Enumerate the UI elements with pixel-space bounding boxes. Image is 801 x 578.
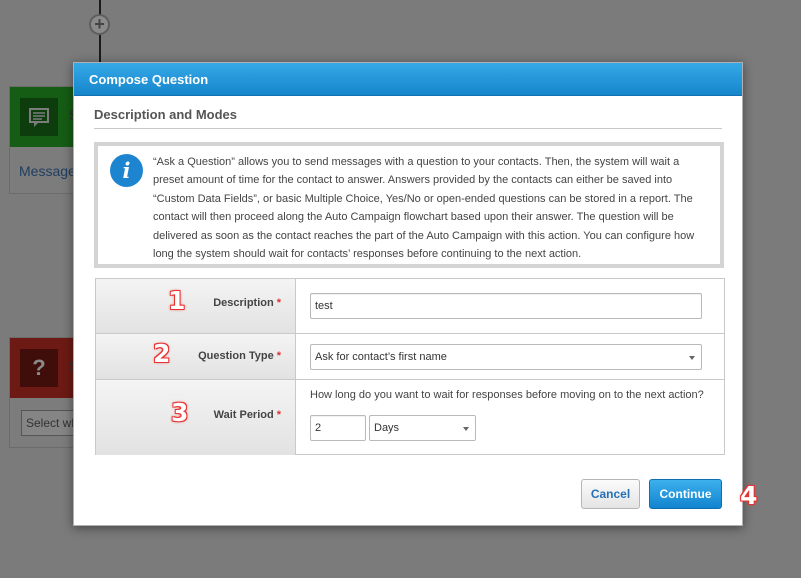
message-icon [20,98,58,136]
section-divider [94,128,722,129]
wait-unit-select[interactable]: Days [369,415,476,441]
step-number-2: 2 [153,339,171,368]
info-icon: i [110,154,143,187]
description-label: Description * [213,297,281,309]
info-panel: i “Ask a Question” allows you to send me… [94,142,724,268]
question-type-select[interactable]: Ask for contact’s first name [310,344,702,370]
question-type-label: Question Type * [198,350,281,362]
wait-period-label: Wait Period * [213,409,281,421]
info-text: “Ask a Question” allows you to send mess… [153,156,695,261]
required-asterisk: * [276,350,281,362]
compose-question-modal: Compose Question Description and Modes i… [73,62,743,526]
required-asterisk: * [276,297,281,309]
wait-period-prompt: How long do you want to wait for respons… [310,389,704,401]
wait-unit-selected: Days [374,422,400,434]
cancel-button[interactable]: Cancel [581,479,640,509]
question-mark-icon: ? [20,349,58,387]
description-input[interactable]: test [310,293,702,319]
wait-period-row: 3 Wait Period * How long do you want to w… [96,380,724,455]
question-type-label-cell: 2 Question Type * [96,334,296,379]
action-select[interactable]: Select wha [21,410,78,436]
wait-amount-input[interactable]: 2 [310,415,366,441]
section-title: Description and Modes [94,107,238,122]
chevron-down-icon [463,427,469,431]
ask-question-card-header: ? S [10,338,78,398]
question-form: 1 Description * test 2 Question Type * Ask… [95,278,725,455]
description-label-cell: 1 Description * [96,279,296,333]
wait-period-label-cell: 3 Wait Period * [96,380,296,455]
message-link[interactable]: Message [10,147,78,179]
step-number-4: 4 [740,481,758,510]
ask-question-card: ? S Select wha [9,337,79,448]
question-type-selected: Ask for contact’s first name [315,351,447,363]
step-number-1: 1 [168,286,186,315]
add-step-plus-icon[interactable]: + [89,14,110,35]
question-type-row: 2 Question Type * Ask for contact’s first… [96,334,724,380]
description-row: 1 Description * test [96,279,724,334]
send-message-card-header: S [10,87,78,147]
step-number-3: 3 [171,398,189,427]
chevron-down-icon [689,356,695,360]
modal-title: Compose Question [74,63,742,96]
continue-button[interactable]: Continue [649,479,722,509]
required-asterisk: * [276,409,281,421]
send-message-card: S Message [9,86,79,194]
